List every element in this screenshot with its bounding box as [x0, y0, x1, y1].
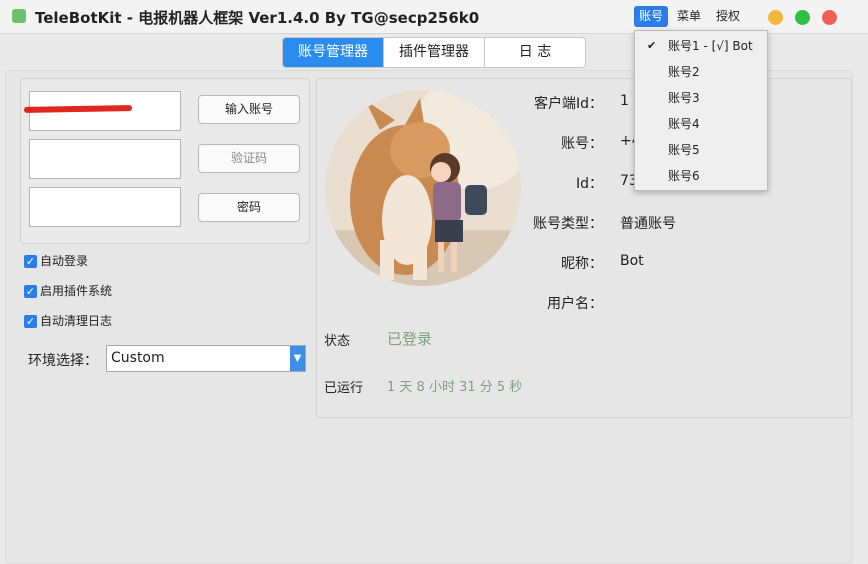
- maximize-icon[interactable]: [795, 10, 810, 25]
- dropdown-item-label: 账号5: [668, 143, 700, 157]
- tab-plugin-manager[interactable]: 插件管理器: [384, 38, 485, 67]
- app-icon: [12, 9, 26, 23]
- checkbox-checked-icon: ✓: [24, 255, 37, 268]
- auto-clear-log-label: 自动清理日志: [40, 314, 113, 328]
- verification-code-button[interactable]: 验证码: [198, 144, 300, 173]
- menu-license[interactable]: 授权: [711, 6, 745, 27]
- account-type-value: 普通账号: [620, 216, 676, 232]
- account-label: 账号：: [561, 136, 603, 152]
- dropdown-item-label: 账号3: [668, 91, 700, 105]
- dropdown-item-label: 账号2: [668, 65, 700, 79]
- status-label: 状态: [324, 334, 351, 349]
- redaction-mark: [23, 105, 133, 113]
- account-input[interactable]: [23, 91, 181, 131]
- auto-login-label: 自动登录: [40, 254, 89, 268]
- environment-value: Custom: [111, 350, 165, 366]
- environment-label: 环境选择：: [28, 353, 98, 369]
- dropdown-item-label: 账号4: [668, 117, 700, 131]
- nickname-label: 昵称：: [561, 256, 603, 272]
- runtime-value: 1 天 8 小时 31 分 5 秒: [387, 380, 523, 395]
- tab-account-manager[interactable]: 账号管理器: [283, 38, 384, 67]
- client-id-label: 客户端Id：: [533, 96, 603, 112]
- environment-select[interactable]: Custom ▼: [106, 345, 306, 372]
- password-input[interactable]: [29, 187, 181, 227]
- password-button[interactable]: 密码: [198, 193, 300, 222]
- checkbox-checked-icon: ✓: [24, 285, 37, 298]
- auto-clear-log-checkbox[interactable]: ✓ 自动清理日志: [24, 313, 112, 329]
- dropdown-item-account4[interactable]: 账号4: [635, 111, 767, 137]
- dropdown-item-label: 账号1 - [√] Bot: [668, 39, 753, 53]
- close-icon[interactable]: [822, 10, 837, 25]
- checkmark-icon: ✔: [647, 39, 657, 52]
- client-id-value: 1: [620, 93, 629, 109]
- title-bar: TeleBotKit - 电报机器人框架 Ver1.4.0 By TG@secp…: [0, 0, 868, 34]
- username-label: 用户名：: [547, 296, 603, 312]
- checkbox-checked-icon: ✓: [24, 315, 37, 328]
- chevron-down-icon[interactable]: ▼: [290, 346, 305, 371]
- account-dropdown-menu: ✔ 账号1 - [√] Bot 账号2 账号3 账号4 账号5 账号6: [634, 30, 768, 191]
- enable-plugins-checkbox[interactable]: ✓ 启用插件系统: [24, 283, 112, 299]
- dropdown-item-account3[interactable]: 账号3: [635, 85, 767, 111]
- user-id-label: Id：: [575, 176, 603, 192]
- input-account-button[interactable]: 输入账号: [198, 95, 300, 124]
- dropdown-item-account1[interactable]: ✔ 账号1 - [√] Bot: [635, 33, 767, 59]
- dropdown-item-account2[interactable]: 账号2: [635, 59, 767, 85]
- tab-log[interactable]: 日 志: [485, 38, 585, 67]
- code-input[interactable]: [29, 139, 181, 179]
- menu-account[interactable]: 账号: [634, 6, 669, 27]
- status-value: 已登录: [387, 330, 433, 348]
- tab-bar: 账号管理器 插件管理器 日 志: [282, 37, 586, 68]
- runtime-label: 已运行: [324, 381, 364, 396]
- dropdown-item-label: 账号6: [668, 169, 700, 183]
- auto-login-checkbox[interactable]: ✓ 自动登录: [24, 253, 88, 269]
- dropdown-item-account6[interactable]: 账号6: [635, 163, 767, 189]
- account-type-label: 账号类型：: [533, 216, 603, 232]
- dropdown-item-account5[interactable]: 账号5: [635, 137, 767, 163]
- minimize-icon[interactable]: [768, 10, 783, 25]
- enable-plugins-label: 启用插件系统: [40, 284, 113, 298]
- nickname-value: Bot: [620, 253, 644, 269]
- menu-menu[interactable]: 菜单: [672, 6, 706, 27]
- window-title: TeleBotKit - 电报机器人框架 Ver1.4.0 By TG@secp…: [35, 9, 480, 27]
